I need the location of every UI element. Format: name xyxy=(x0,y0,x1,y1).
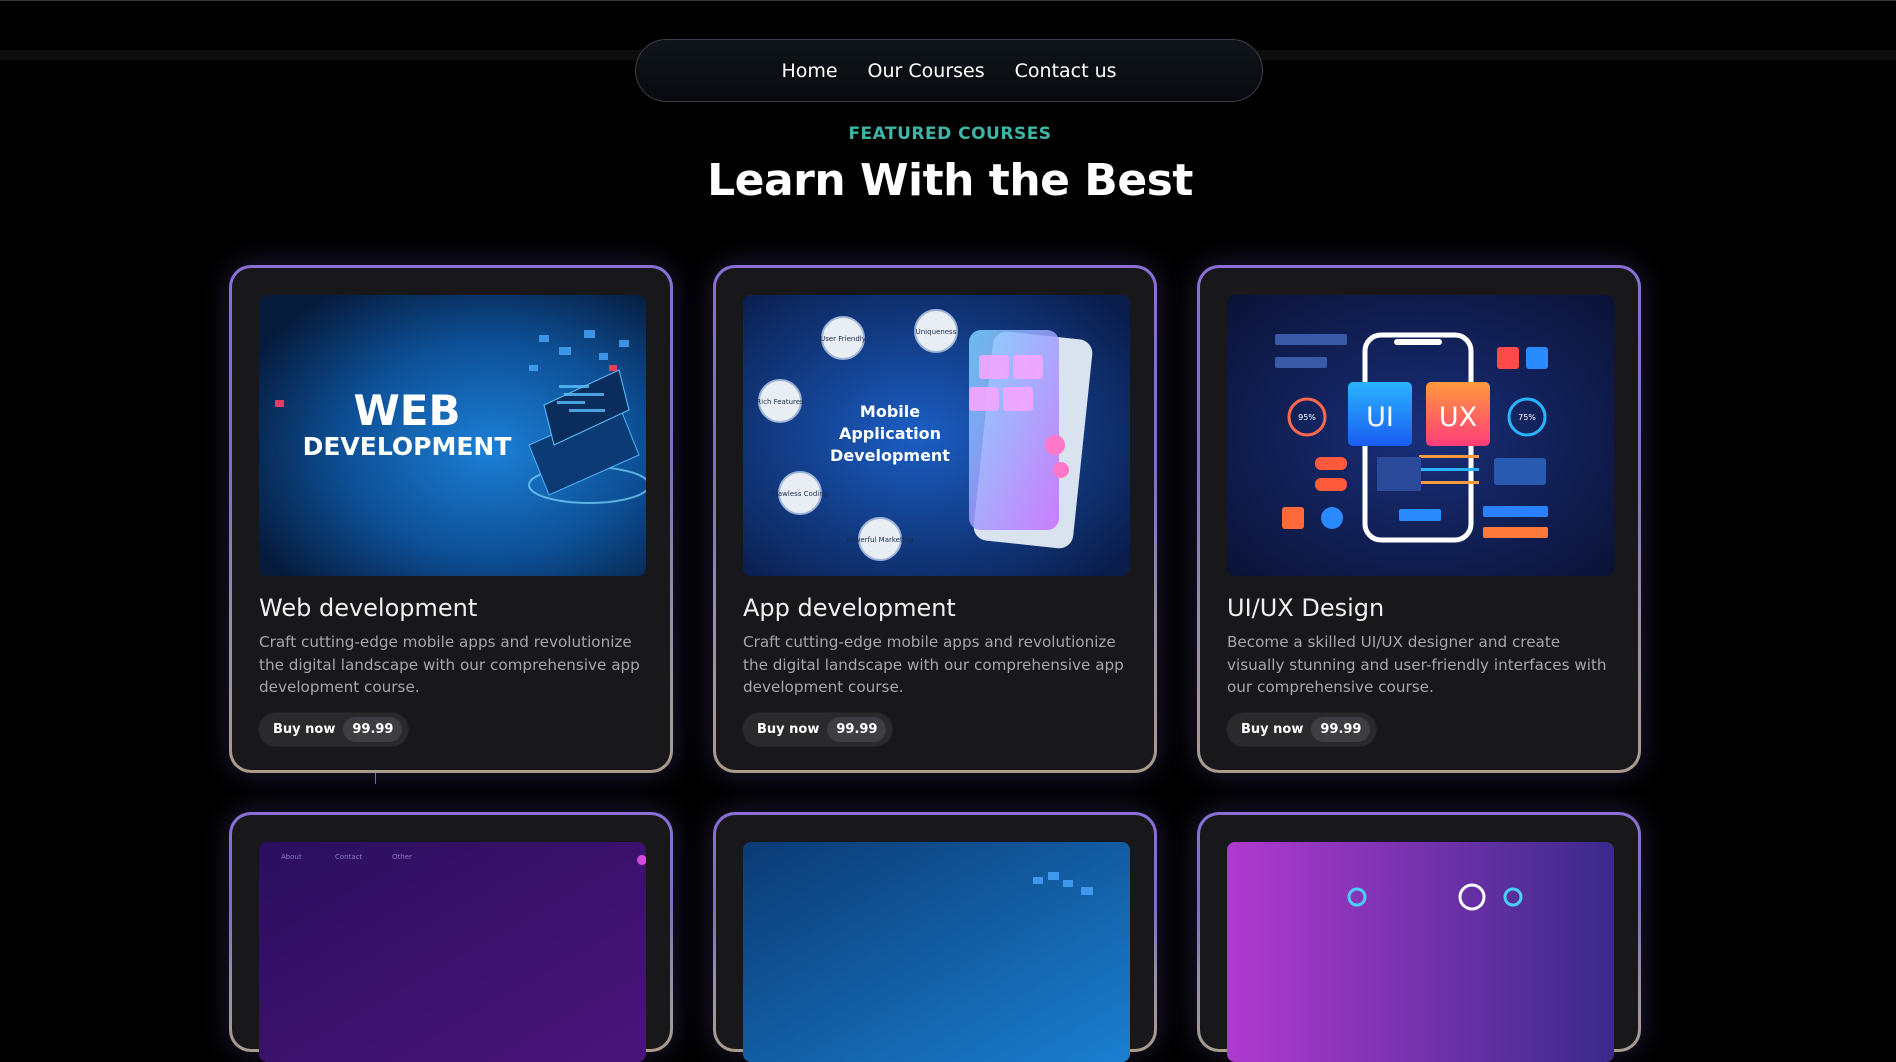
bubble-uniqueness: Uniqueness xyxy=(916,328,957,336)
buy-label: Buy now xyxy=(757,722,820,737)
bubble-powerful-marketing: Powerful Marketing xyxy=(846,536,913,544)
course-title: Web development xyxy=(259,594,478,622)
nav-courses-link[interactable]: Our Courses xyxy=(868,60,985,82)
image-text-mobile: Mobile xyxy=(860,402,920,421)
buy-now-button[interactable]: Buy now 99.99 xyxy=(743,713,893,746)
image-text-ux: UX xyxy=(1439,402,1477,433)
buy-label: Buy now xyxy=(1241,722,1304,737)
page-title: Learn With the Best xyxy=(707,155,1193,206)
image-text-development: DEVELOPMENT xyxy=(303,432,512,461)
course-image-web: WEB DEVELOPMENT xyxy=(259,295,646,576)
bubble-flawless-coding: Flawless Coding xyxy=(772,490,828,498)
price-badge: 99.99 xyxy=(827,717,887,742)
course-description: Become a skilled UI/UX designer and crea… xyxy=(1227,633,1607,696)
row2-nav-about: About xyxy=(281,853,302,861)
buy-now-button[interactable]: Buy now 99.99 xyxy=(1227,713,1377,746)
cursor-marker xyxy=(375,773,376,784)
image-text-application: Application xyxy=(839,424,941,443)
image-text-75: 75% xyxy=(1518,413,1536,422)
course-image-app: User Friendly Uniqueness Rich Features F… xyxy=(743,295,1130,576)
course-image-row2-1: About Contact Other xyxy=(259,842,646,1062)
price-badge: 99.99 xyxy=(343,717,403,742)
row2-nav-other: Other xyxy=(392,853,412,861)
course-image-row2-3 xyxy=(1227,842,1614,1062)
course-card-row2-2 xyxy=(713,812,1157,1062)
section-eyebrow: FEATURED COURSES xyxy=(848,124,1052,144)
image-text-95: 95% xyxy=(1298,413,1316,422)
nav-home-link[interactable]: Home xyxy=(781,60,837,82)
bubble-user-friendly: User Friendly xyxy=(820,335,866,343)
course-image-uiux: UI UX 95% 75% xyxy=(1227,295,1614,576)
course-title: UI/UX Design xyxy=(1227,594,1385,622)
course-image-row2-2 xyxy=(743,842,1130,1062)
price-badge: 99.99 xyxy=(1311,717,1371,742)
course-card-app: User Friendly Uniqueness Rich Features F… xyxy=(713,265,1157,773)
image-text-development-app: Development xyxy=(830,446,950,465)
image-text-ui: UI xyxy=(1366,402,1394,433)
course-description: Craft cutting-edge mobile apps and revol… xyxy=(743,633,1124,696)
top-border xyxy=(0,0,1896,1)
course-card-web: WEB DEVELOPMENT Web development Craft cu… xyxy=(229,265,673,773)
buy-now-button[interactable]: Buy now 99.99 xyxy=(259,713,409,746)
course-card-uiux: UI UX 95% 75% UI/UX Design Become a skil… xyxy=(1197,265,1641,773)
image-text-web: WEB xyxy=(353,386,460,435)
row2-nav-contact: Contact xyxy=(335,853,362,861)
course-description: Craft cutting-edge mobile apps and revol… xyxy=(259,633,640,696)
course-title: App development xyxy=(743,594,956,622)
course-card-row2-3 xyxy=(1197,812,1641,1062)
nav-contact-link[interactable]: Contact us xyxy=(1015,60,1117,82)
buy-label: Buy now xyxy=(273,722,336,737)
course-card-row2-1: About Contact Other xyxy=(229,812,673,1062)
bubble-rich-features: Rich Features xyxy=(756,398,804,406)
top-nav: Home Our Courses Contact us xyxy=(635,39,1263,102)
